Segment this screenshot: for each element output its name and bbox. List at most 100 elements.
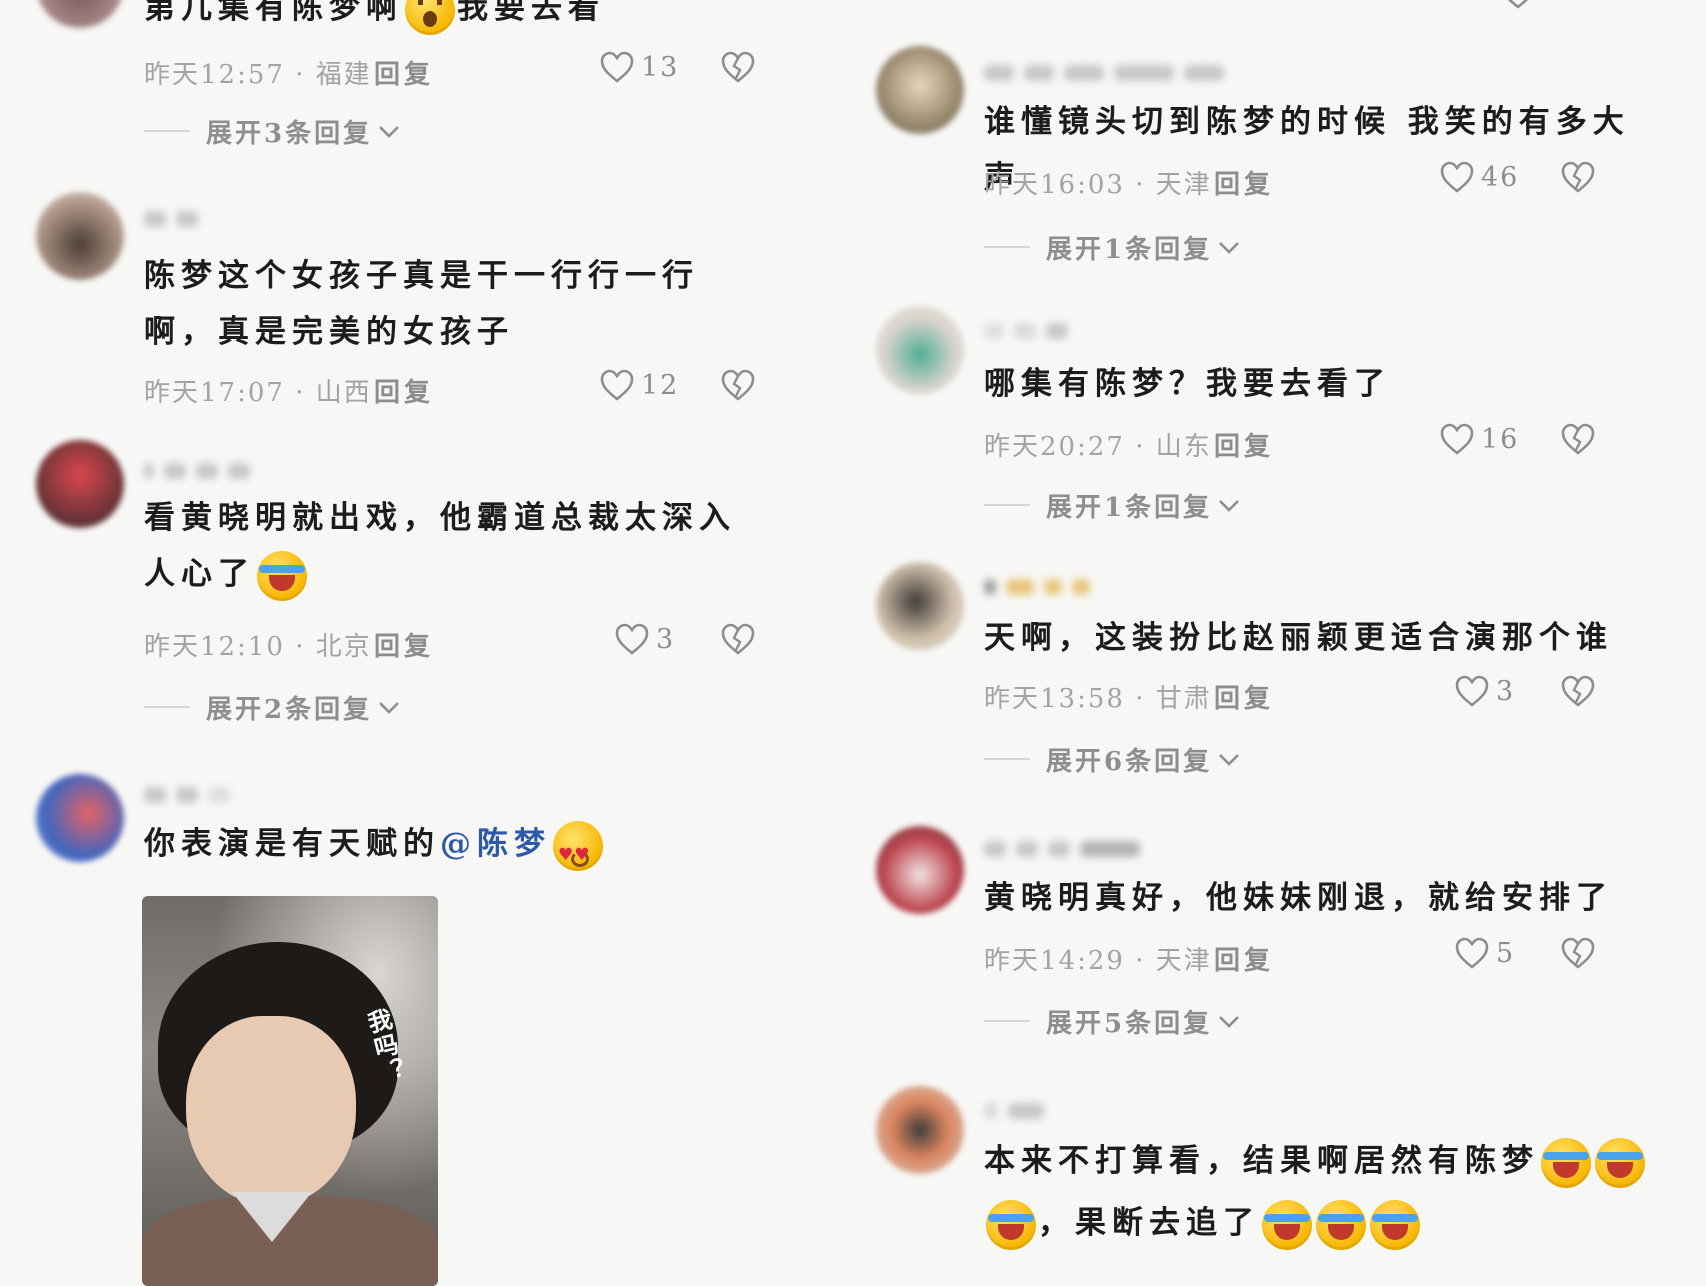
laughing-crying-emoji-icon bbox=[257, 550, 307, 601]
comment-item: 第几集有陈梦啊 我要去看 昨天12:57 · 福建 回复 13 展开3条回复 bbox=[36, 0, 816, 170]
broken-heart-icon bbox=[721, 623, 755, 655]
dislike-button[interactable] bbox=[1560, 160, 1596, 201]
username[interactable] bbox=[984, 1100, 1054, 1124]
heart-outline-icon bbox=[600, 51, 634, 83]
comment-time: 昨天17:07 · 山西 bbox=[144, 378, 372, 408]
laughing-crying-emoji-icon bbox=[1370, 1199, 1420, 1250]
expand-replies-label: 展开1条回复 bbox=[1046, 234, 1213, 265]
avatar[interactable] bbox=[876, 306, 964, 394]
broken-heart-icon bbox=[1561, 161, 1595, 193]
heart-outline-icon bbox=[1455, 937, 1489, 969]
avatar[interactable] bbox=[876, 46, 964, 134]
divider bbox=[984, 246, 1030, 248]
heart-outline-icon bbox=[615, 623, 649, 655]
reply-button[interactable]: 回复 bbox=[1214, 426, 1274, 463]
comment-item: 黄晓明真好，他妹妹刚退，就给安排了 昨天14:29 · 天津 回复 5 展开5条… bbox=[876, 826, 1676, 1056]
username[interactable] bbox=[144, 208, 208, 232]
comment-text: 第几集有陈梦啊 我要去看 bbox=[144, 0, 784, 36]
heart-outline-icon bbox=[1440, 161, 1474, 193]
heart-outline-icon bbox=[1455, 675, 1489, 707]
comment-time: 昨天16:03 · 天津 bbox=[984, 170, 1212, 200]
like-button[interactable]: 13 bbox=[599, 50, 679, 84]
expand-replies-label: 展开5条回复 bbox=[1046, 1008, 1213, 1039]
avatar[interactable] bbox=[36, 0, 124, 28]
dislike-button[interactable] bbox=[1560, 422, 1596, 463]
like-button[interactable]: 3 bbox=[1454, 674, 1515, 708]
expand-replies-button[interactable]: 展开1条回复 bbox=[984, 230, 1242, 265]
broken-heart-icon bbox=[1561, 423, 1595, 455]
image-face bbox=[186, 1016, 356, 1206]
like-button[interactable]: 5 bbox=[1454, 936, 1515, 970]
comment-time: 昨天12:10 · 北京 bbox=[144, 632, 372, 662]
username[interactable] bbox=[984, 838, 1150, 862]
laughing-crying-emoji-icon bbox=[1541, 1137, 1591, 1188]
dislike-button[interactable] bbox=[1560, 936, 1596, 977]
dislike-button[interactable] bbox=[720, 622, 756, 663]
reply-button[interactable]: 回复 bbox=[374, 54, 434, 91]
heart-eyes-kiss-emoji-icon bbox=[553, 820, 603, 883]
chevron-down-icon bbox=[1219, 242, 1240, 254]
cutoff-icons bbox=[1500, 0, 1536, 14]
dislike-button[interactable] bbox=[1560, 674, 1596, 715]
expand-replies-button[interactable]: 展开2条回复 bbox=[144, 690, 402, 725]
dislike-button[interactable] bbox=[720, 368, 756, 409]
like-count: 3 bbox=[656, 623, 676, 655]
like-button[interactable]: 46 bbox=[1439, 160, 1519, 194]
avatar[interactable] bbox=[36, 192, 124, 280]
comment-time: 昨天14:29 · 天津 bbox=[984, 946, 1212, 976]
divider bbox=[984, 758, 1030, 760]
username[interactable] bbox=[984, 576, 1100, 600]
username[interactable] bbox=[144, 460, 260, 484]
expand-replies-button[interactable]: 展开5条回复 bbox=[984, 1004, 1242, 1039]
avatar[interactable] bbox=[876, 826, 964, 914]
comment-meta: 昨天12:10 · 北京 回复 3 bbox=[144, 622, 764, 662]
comment-item: 本来不打算看，结果啊居然有陈梦 ，果断去追了 bbox=[876, 1086, 1676, 1280]
reply-button[interactable]: 回复 bbox=[1214, 678, 1274, 715]
avatar[interactable] bbox=[876, 1086, 964, 1174]
comment-text: 看黄晓明就出戏，他霸道总裁太深入人心了 bbox=[144, 490, 764, 602]
comment-meta: 昨天14:29 · 天津 回复 5 bbox=[984, 936, 1604, 976]
reply-button[interactable]: 回复 bbox=[1214, 940, 1274, 977]
divider bbox=[144, 706, 190, 708]
username[interactable] bbox=[144, 784, 240, 808]
laughing-crying-emoji-icon bbox=[1316, 1199, 1366, 1250]
expand-replies-button[interactable]: 展开3条回复 bbox=[144, 114, 402, 149]
divider bbox=[984, 1020, 1030, 1022]
reply-button[interactable]: 回复 bbox=[1214, 164, 1274, 201]
like-button[interactable]: 12 bbox=[599, 368, 679, 402]
laughing-crying-emoji-icon bbox=[1595, 1137, 1645, 1188]
expand-replies-label: 展开1条回复 bbox=[1046, 492, 1213, 523]
comment-item: 陈梦这个女孩子真是干一行行一行啊，真是完美的女孩子 昨天17:07 · 山西 回… bbox=[36, 192, 816, 412]
avatar[interactable] bbox=[36, 440, 124, 528]
like-count: 46 bbox=[1481, 161, 1520, 193]
username[interactable] bbox=[984, 320, 1078, 344]
comment-meta: 昨天16:03 · 天津 回复 46 bbox=[984, 160, 1604, 200]
expand-replies-button[interactable]: 展开1条回复 bbox=[984, 488, 1242, 523]
heart-outline-icon bbox=[600, 369, 634, 401]
dislike-button[interactable] bbox=[720, 50, 756, 91]
like-button[interactable]: 16 bbox=[1439, 422, 1519, 456]
mention-link[interactable]: @陈梦 bbox=[440, 826, 551, 862]
reply-button[interactable]: 回复 bbox=[374, 372, 434, 409]
comment-time: 昨天20:27 · 山东 bbox=[984, 432, 1212, 462]
chevron-down-icon bbox=[1219, 754, 1240, 766]
reply-button[interactable]: 回复 bbox=[374, 626, 434, 663]
comment-time: 昨天12:57 · 福建 bbox=[144, 60, 372, 90]
comment-time: 昨天13:58 · 甘肃 bbox=[984, 684, 1212, 714]
shocked-emoji-icon bbox=[405, 0, 455, 35]
like-count: 12 bbox=[641, 369, 680, 401]
comment-image[interactable]: 我吗？ bbox=[142, 896, 438, 1286]
chevron-down-icon bbox=[379, 126, 400, 138]
username[interactable] bbox=[984, 62, 1234, 86]
comment-text: 本来不打算看，结果啊居然有陈梦 ，果断去追了 bbox=[984, 1130, 1684, 1254]
comment-text: 你表演是有天赋的@陈梦 bbox=[144, 816, 784, 883]
laughing-crying-emoji-icon bbox=[1262, 1199, 1312, 1250]
like-button[interactable]: 3 bbox=[614, 622, 675, 656]
chevron-down-icon bbox=[379, 702, 400, 714]
expand-replies-button[interactable]: 展开6条回复 bbox=[984, 742, 1242, 777]
avatar[interactable] bbox=[36, 774, 124, 862]
comment-text: 陈梦这个女孩子真是干一行行一行啊，真是完美的女孩子 bbox=[144, 258, 699, 350]
comment-item: 谁懂镜头切到陈梦的时候 我笑的有多大声 昨天16:03 · 天津 回复 46 展… bbox=[876, 46, 1676, 276]
like-count: 16 bbox=[1481, 423, 1520, 455]
avatar[interactable] bbox=[876, 562, 964, 650]
